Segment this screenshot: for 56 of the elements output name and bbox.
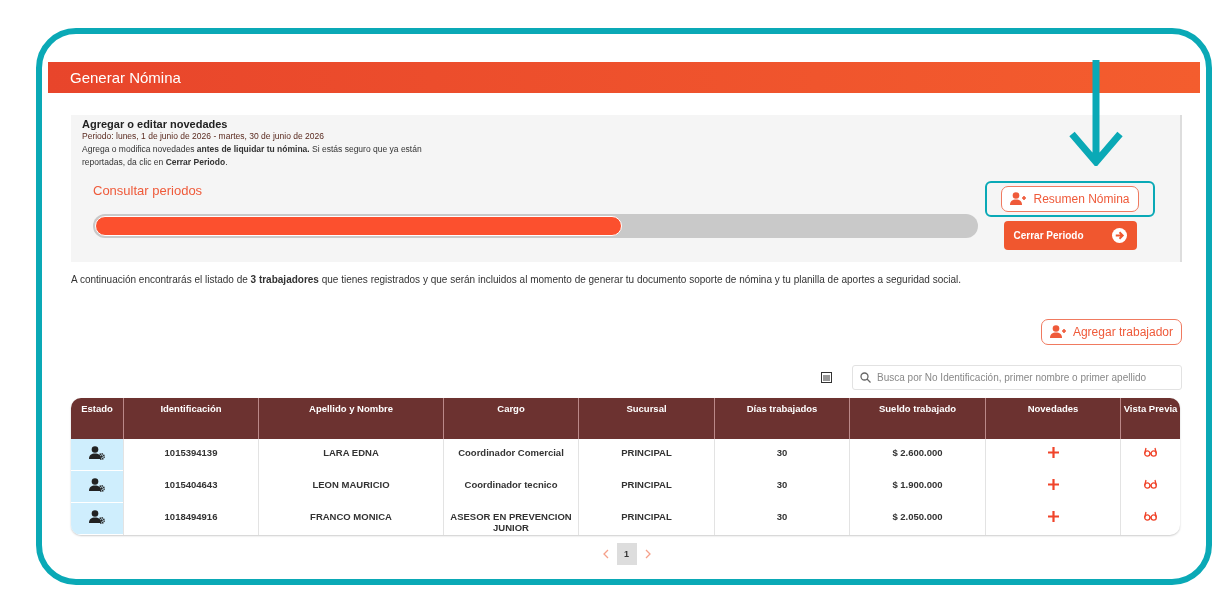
panel-note: Agrega o modifica novedades antes de liquidar tu nómina. Si estás seguro que ya están reportadas, da clic en Cerrar Periodo. [82,143,422,169]
search-field[interactable]: Busca por No Identificación, primer nombre o primer apellido [852,365,1182,390]
table-cell: $ 1.900.000 [849,471,985,503]
table-cell: ASESOR EN PREVENCION JUNIOR [443,503,578,535]
status-cell[interactable] [71,503,123,535]
user-gear-icon [89,509,105,524]
panel-title: Agregar o editar novedades [82,118,229,130]
table-cell: 1015394139 [123,439,258,471]
period-text: Periodo: lunes, 1 de junio de 2026 - martes, 30 de junio de 2026 [82,130,325,143]
table-cell: Coordinador tecnico [443,471,578,503]
column-header: Sueldo trabajado [849,398,985,439]
table-cell: 1015404643 [123,471,258,503]
user-plus-icon [1010,192,1027,206]
table-cell: 30 [714,471,849,503]
plus-icon[interactable] [1047,511,1059,522]
status-cell[interactable] [71,471,123,503]
add-worker-button[interactable]: Agregar trabajador [1040,319,1182,345]
column-header: Vista Previa [1120,398,1180,439]
table-cell: PRINCIPAL [578,503,714,535]
column-header: Estado [71,398,123,439]
summary-button[interactable]: Resumen Nómina [1001,186,1139,212]
glasses-icon[interactable] [1144,447,1157,457]
previous-page-icon[interactable] [602,549,609,559]
page-title: Generar Nómina [70,69,181,86]
close-period-button[interactable]: Cerrar Periodo [1003,221,1137,250]
table-cell: 30 [714,503,849,535]
user-gear-icon [89,477,105,492]
user-plus-icon [1049,325,1066,339]
table-cell: 1018494916 [123,503,258,535]
plus-icon[interactable] [1047,447,1059,458]
column-header: Días trabajados [714,398,849,439]
arrow-circle-icon [1111,228,1127,243]
page-button[interactable]: 1 [616,543,637,565]
glasses-icon[interactable] [1144,511,1157,521]
column-header: Sucursal [578,398,714,439]
table-cell: PRINCIPAL [578,439,714,471]
table-cell: LARA EDNA [258,439,443,471]
column-header: Apellido y Nombre [258,398,443,439]
table-cell: PRINCIPAL [578,471,714,503]
column-header: Identificación [123,398,258,439]
glasses-icon[interactable] [1144,479,1157,489]
table-cell: $ 2.050.000 [849,503,985,535]
plus-icon[interactable] [1047,479,1059,490]
periods-link[interactable]: Consultar periodos [93,183,203,198]
table-cell: FRANCO MONICA [258,503,443,535]
table-cell: LEON MAURICIO [258,471,443,503]
table-cell: 30 [714,439,849,471]
status-cell[interactable] [71,439,123,471]
search-icon [860,372,871,383]
table-cell: Coordinador Comercial [443,439,578,471]
column-header: Cargo [443,398,578,439]
intro-text: A continuación encontrarás el listado de 3 trabajadores que tienes registrados y que serán incluidos al momento de generar tu documento soporte de nómina y tu planilla de aportes a seguridad social. [71,274,962,285]
user-gear-icon [89,445,105,460]
column-header: Novedades [985,398,1120,439]
next-page-icon[interactable] [644,549,651,559]
table-cell: $ 2.600.000 [849,439,985,471]
